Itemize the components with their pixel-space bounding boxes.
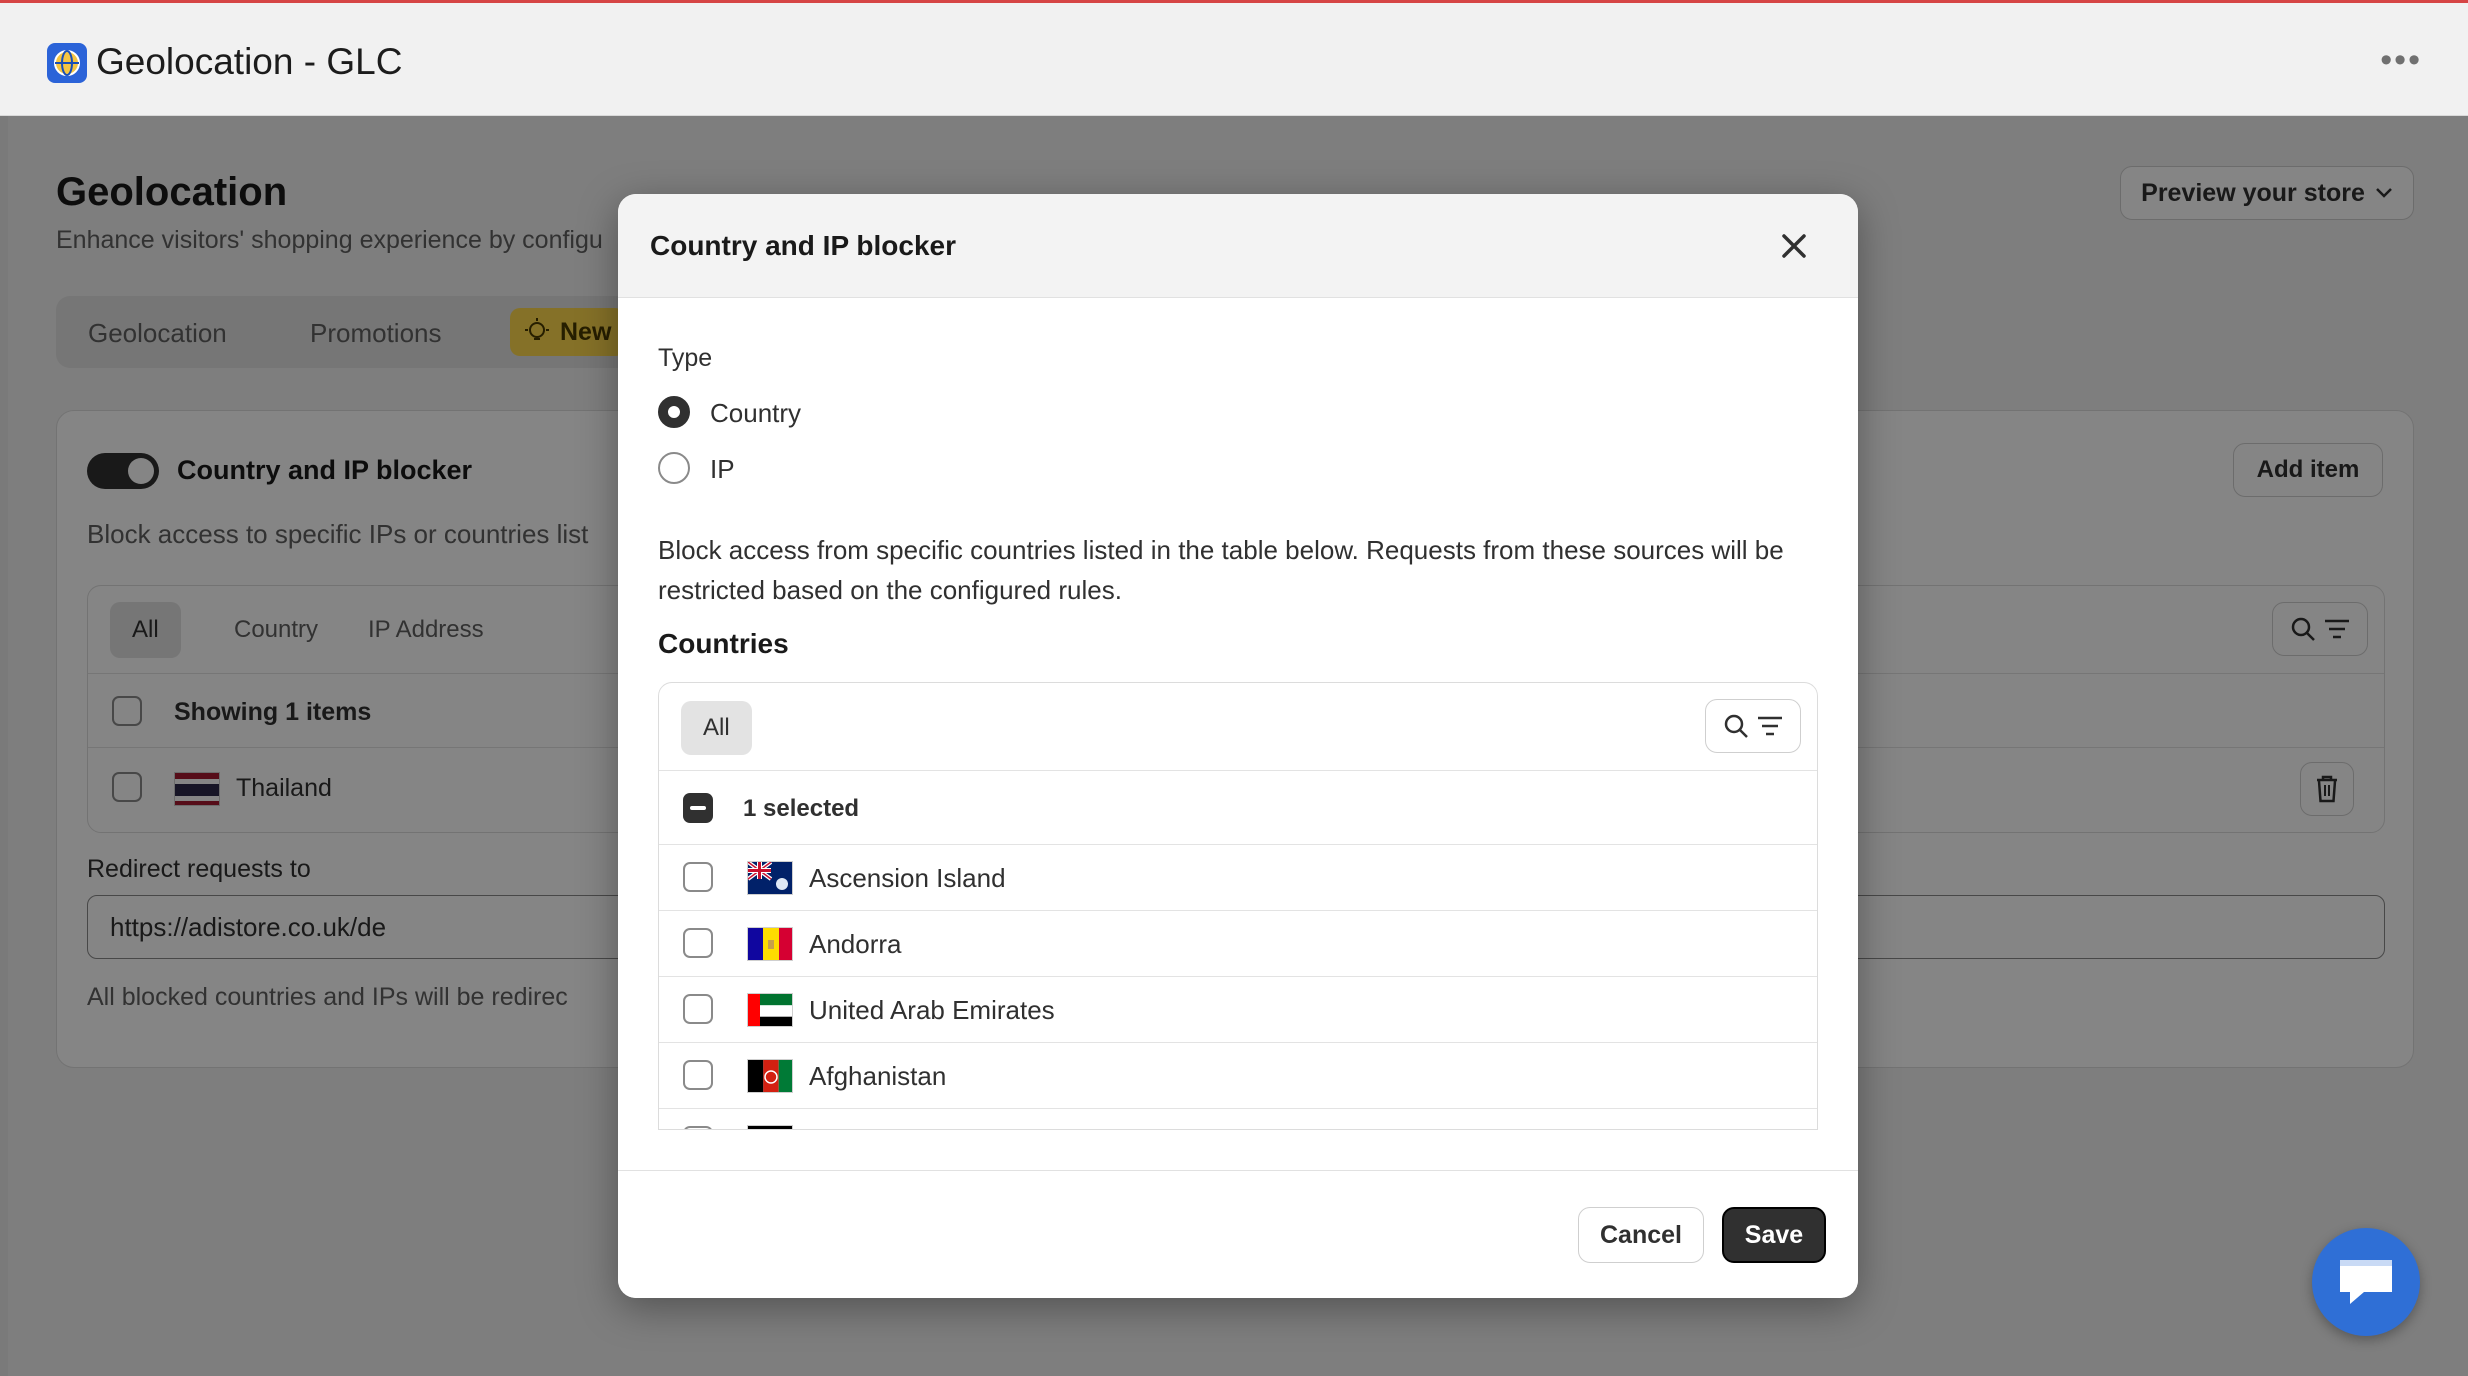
country-checkbox[interactable]	[683, 994, 713, 1024]
ellipsis-icon[interactable]: •••	[2380, 41, 2422, 80]
countries-heading: Countries	[658, 628, 789, 659]
radio-country[interactable]	[658, 396, 690, 428]
modal-description: Block access from specific countries lis…	[658, 535, 1784, 605]
flag-icon	[747, 1125, 793, 1129]
country-ip-blocker-modal: Country and IP blocker Type Country IP B…	[618, 194, 1858, 1298]
uae-flag-icon	[747, 993, 793, 1027]
country-checkbox[interactable]	[683, 928, 713, 958]
modal-header: Country and IP blocker	[618, 194, 1858, 298]
selected-count: 1 selected	[743, 795, 860, 822]
countries-table: All 1 selected Ascension Island Andorra …	[658, 682, 1818, 1130]
close-icon[interactable]	[1776, 228, 1812, 264]
radio-country-label[interactable]: Country	[710, 398, 801, 429]
modal-title: Country and IP blocker	[650, 230, 956, 261]
country-name: Afghanistan	[809, 1061, 947, 1091]
search-icon	[1724, 714, 1748, 738]
country-row[interactable]: Andorra	[659, 911, 1817, 977]
save-button[interactable]: Save	[1722, 1207, 1826, 1263]
country-name: United Arab Emirates	[809, 995, 1055, 1025]
country-row-partial	[659, 1109, 1817, 1129]
app-title: Geolocation - GLC	[96, 41, 403, 82]
radio-ip-label[interactable]: IP	[710, 454, 735, 485]
chat-bubble-icon	[2340, 1260, 2392, 1304]
radio-ip[interactable]	[658, 452, 690, 484]
country-row[interactable]: Afghanistan	[659, 1043, 1817, 1109]
filter-icon	[1758, 716, 1782, 736]
app-globe-icon	[47, 43, 87, 83]
cancel-button[interactable]: Cancel	[1578, 1207, 1704, 1263]
app-header: Geolocation - GLC •••	[0, 3, 2468, 116]
type-label: Type	[658, 344, 713, 372]
country-row[interactable]: Ascension Island	[659, 845, 1817, 911]
indeterminate-checkbox[interactable]	[683, 793, 713, 823]
country-name: Andorra	[809, 929, 902, 959]
countries-search-filter-button[interactable]	[1705, 699, 1801, 753]
chat-button[interactable]	[2312, 1228, 2420, 1336]
countries-table-header: All	[659, 683, 1817, 771]
ascension-island-flag-icon	[747, 861, 793, 895]
country-row[interactable]: United Arab Emirates	[659, 977, 1817, 1043]
country-checkbox[interactable]	[683, 1060, 713, 1090]
country-name: Ascension Island	[809, 863, 1006, 893]
andorra-flag-icon	[747, 927, 793, 961]
country-checkbox[interactable]	[683, 1126, 713, 1129]
country-checkbox[interactable]	[683, 862, 713, 892]
afghanistan-flag-icon	[747, 1059, 793, 1093]
modal-footer: Cancel Save	[618, 1170, 1858, 1298]
countries-filter-all[interactable]: All	[681, 701, 752, 755]
selected-summary-row: 1 selected	[659, 771, 1817, 845]
